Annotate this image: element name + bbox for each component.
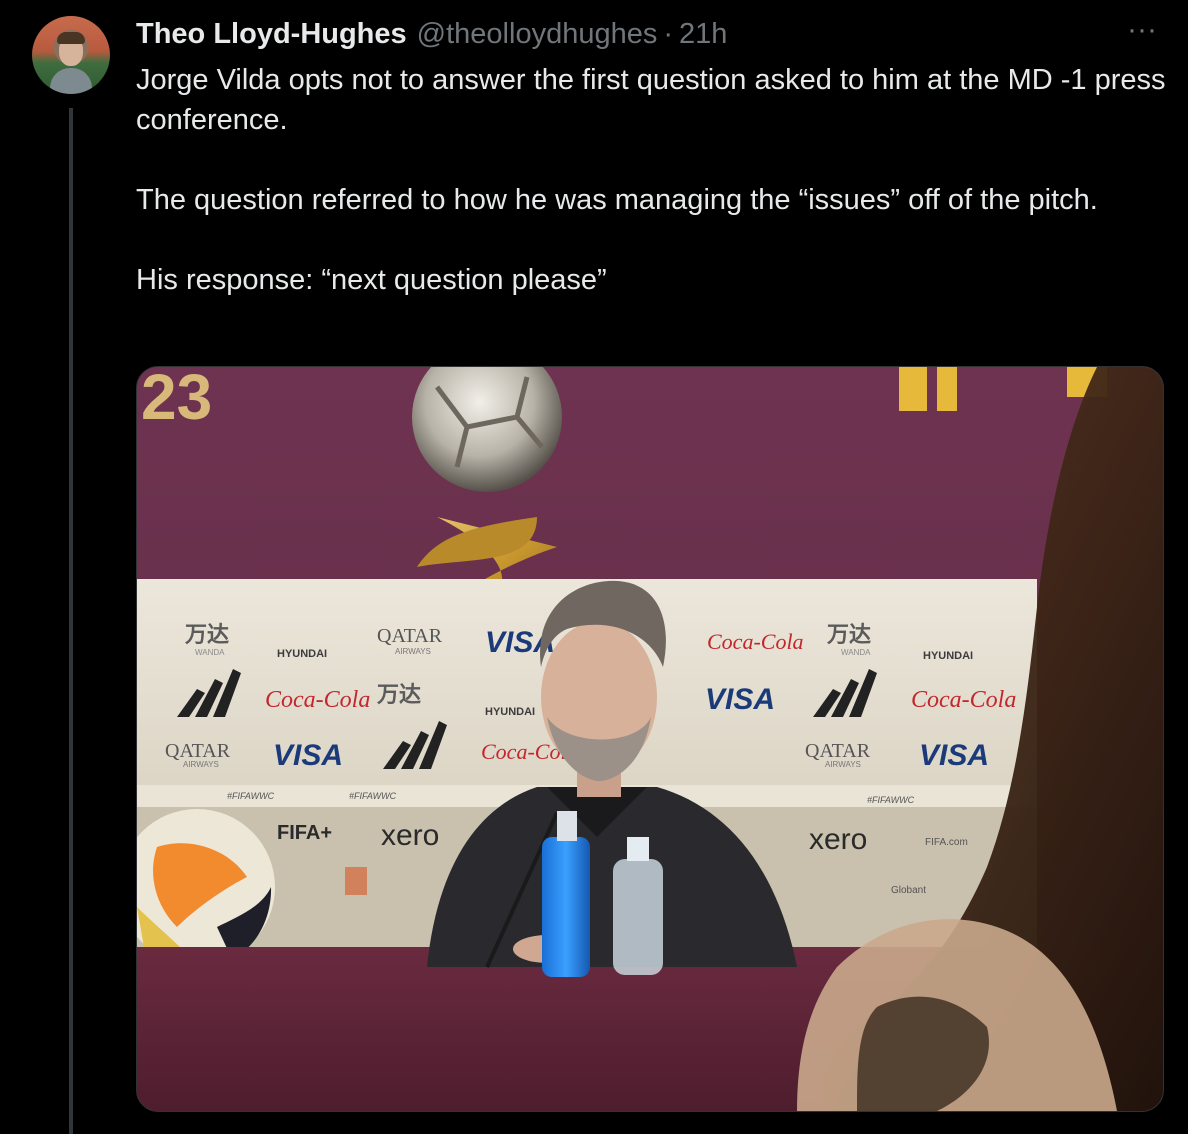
clear-water-bottle: [613, 859, 663, 975]
tweet-paragraph: The question referred to how he was mana…: [136, 184, 1098, 216]
sponsor-logo: Globant: [891, 885, 926, 896]
header-separator: ·: [663, 18, 674, 50]
author-handle[interactable]: @theolloydhughes: [417, 18, 658, 51]
sponsor-logo: WANDA: [841, 648, 871, 657]
sponsor-logo: WANDA: [195, 648, 225, 657]
banner-number: 23: [141, 367, 212, 433]
sponsor-logo: HYUNDAI: [277, 648, 327, 660]
sponsor-hashtag: #FIFAWWC: [349, 791, 397, 801]
author-display-name[interactable]: Theo Lloyd-Hughes: [136, 18, 407, 51]
blue-bottle-cap: [557, 811, 577, 841]
sponsor-logo: 万达: [184, 622, 229, 647]
sponsor-logo: VISA: [705, 683, 775, 716]
sponsor-logo: QATAR: [165, 740, 231, 762]
sponsor-logo: QATAR: [805, 740, 871, 762]
tweet-timestamp[interactable]: 21h: [679, 18, 727, 51]
sponsor-hashtag: #FIFAWWC: [867, 795, 915, 805]
sponsor-logo: xero: [809, 823, 867, 856]
sponsor-logo: Coca-Cola: [911, 687, 1016, 713]
sponsor-logo: xero: [381, 819, 439, 852]
tweet-header: Theo Lloyd-Hughes @theolloydhughes · 21h: [136, 18, 727, 54]
press-conference-photo: 23 万达 WANDA HYUNDAI QATAR AIRWAYS VISA C…: [137, 367, 1163, 1111]
sponsor-logo: VISA: [273, 739, 343, 772]
tweet-photo[interactable]: 23 万达 WANDA HYUNDAI QATAR AIRWAYS VISA C…: [136, 366, 1164, 1112]
sponsor-logo: VISA: [919, 739, 989, 772]
tweet-paragraph: His response: “next question please”: [136, 264, 607, 296]
author-avatar[interactable]: [32, 16, 110, 94]
sponsor-logo: Coca-Cola: [707, 629, 804, 654]
sponsor-logo: [345, 867, 367, 895]
blue-water-bottle: [542, 837, 590, 977]
banner-bar: [899, 367, 927, 411]
sponsor-logo: 万达: [376, 682, 421, 707]
sponsor-logo: Coca-Cola: [265, 687, 370, 713]
sponsor-logo: AIRWAYS: [183, 760, 219, 769]
sponsor-logo: HYUNDAI: [923, 650, 973, 662]
sponsor-logo: AIRWAYS: [825, 760, 861, 769]
sponsor-logo: FIFA.com: [925, 837, 968, 848]
tweet-text: Jorge Vilda opts not to answer the first…: [136, 60, 1166, 300]
sponsor-logo: FIFA+: [277, 822, 332, 844]
sponsor-logo: HYUNDAI: [485, 706, 535, 718]
sponsor-logo: 万达: [826, 622, 871, 647]
sponsor-logo: QATAR: [377, 625, 443, 647]
tweet-paragraph: Jorge Vilda opts not to answer the first…: [136, 64, 1166, 136]
sponsor-logo: AIRWAYS: [395, 647, 431, 656]
banner-bar: [937, 367, 957, 411]
more-options-icon[interactable]: ···: [1124, 15, 1160, 50]
thread-connector-line: [69, 108, 73, 1134]
clear-bottle-cap: [627, 837, 649, 861]
sponsor-hashtag: #FIFAWWC: [227, 791, 275, 801]
